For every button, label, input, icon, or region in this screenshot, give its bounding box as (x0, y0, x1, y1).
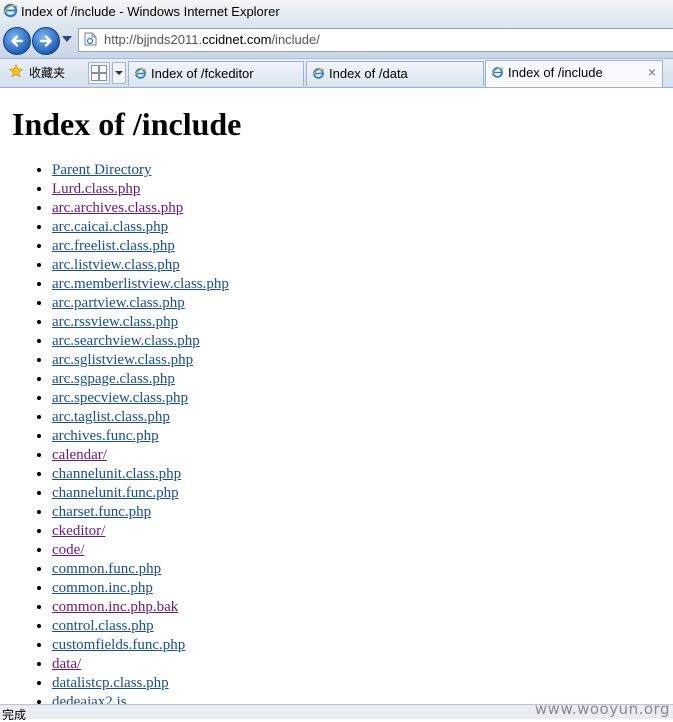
forward-button[interactable] (32, 27, 60, 55)
list-item: Lurd.class.php (52, 180, 229, 199)
internet-explorer-icon (491, 67, 504, 78)
file-link[interactable]: arc.memberlistview.class.php (52, 276, 229, 292)
page-heading: Index of /include (12, 106, 242, 142)
window-title-bar[interactable]: Index of /include - Windows Internet Exp… (0, 0, 673, 24)
tab-fckeditor[interactable]: Index of /fckeditor (128, 61, 304, 86)
favorites-button[interactable]: 收藏夹 (29, 64, 65, 81)
tab-bar: 收藏夹 Index of /fckeditor Index of /data I… (0, 59, 673, 88)
list-item: customfields.func.php (52, 636, 229, 655)
list-item: Parent Directory (52, 161, 229, 180)
arrow-right-icon (39, 35, 52, 47)
file-link[interactable]: common.inc.php.bak (52, 599, 178, 615)
list-item: arc.partview.class.php (52, 294, 229, 313)
file-link[interactable]: arc.sglistview.class.php (52, 352, 193, 368)
file-link[interactable]: calendar/ (52, 447, 107, 463)
list-item: arc.taglist.class.php (52, 408, 229, 427)
tab-label: Index of /fckeditor (151, 66, 254, 81)
address-bar[interactable]: http://bjjnds2011.ccidnet.com/include/ (78, 28, 673, 52)
quick-tabs-button[interactable] (88, 62, 110, 84)
list-item: channelunit.func.php (52, 484, 229, 503)
file-link[interactable]: arc.taglist.class.php (52, 409, 170, 425)
list-item: arc.freelist.class.php (52, 237, 229, 256)
list-item: arc.archives.class.php (52, 199, 229, 218)
file-link[interactable]: arc.freelist.class.php (52, 238, 175, 254)
file-link[interactable]: arc.caicai.class.php (52, 219, 168, 235)
internet-explorer-icon (312, 68, 325, 79)
file-link[interactable]: code/ (52, 542, 84, 558)
file-link[interactable]: customfields.func.php (52, 637, 185, 653)
file-link[interactable]: archives.func.php (52, 428, 159, 444)
tab-data[interactable]: Index of /data (306, 61, 484, 86)
list-item: arc.searchview.class.php (52, 332, 229, 351)
file-link[interactable]: control.class.php (52, 618, 154, 634)
file-link[interactable]: ckeditor/ (52, 523, 105, 539)
page-icon (84, 32, 97, 46)
list-item: datalistcp.class.php (52, 674, 229, 693)
list-item: arc.sgpage.class.php (52, 370, 229, 389)
recent-pages-dropdown[interactable] (62, 36, 72, 42)
list-item: charset.func.php (52, 503, 229, 522)
list-item: archives.func.php (52, 427, 229, 446)
parent-directory-link[interactable]: Parent Directory (52, 162, 152, 178)
url-text[interactable]: http://bjjnds2011.ccidnet.com/include/ (104, 32, 320, 47)
window-title: Index of /include - Windows Internet Exp… (21, 4, 280, 19)
file-link[interactable]: arc.partview.class.php (52, 295, 185, 311)
status-text: 完成 (2, 708, 27, 722)
file-link[interactable]: channelunit.func.php (52, 485, 179, 501)
internet-explorer-icon (134, 68, 147, 79)
list-item: dedeajax2.js (52, 693, 229, 704)
list-item: arc.sglistview.class.php (52, 351, 229, 370)
list-item: control.class.php (52, 617, 229, 636)
list-item: channelunit.class.php (52, 465, 229, 484)
list-item: data/ (52, 655, 229, 674)
back-button[interactable] (3, 27, 31, 55)
internet-explorer-icon (3, 3, 18, 18)
watermark: www.wooyun.org (534, 700, 670, 718)
file-link[interactable]: data/ (52, 656, 81, 672)
list-item: common.inc.php (52, 579, 229, 598)
file-link[interactable]: datalistcp.class.php (52, 675, 169, 691)
file-link[interactable]: arc.specview.class.php (52, 390, 188, 406)
file-link[interactable]: charset.func.php (52, 504, 151, 520)
list-item: arc.caicai.class.php (52, 218, 229, 237)
file-link[interactable]: common.func.php (52, 561, 161, 577)
close-tab-icon[interactable]: × (648, 64, 656, 80)
tab-label: Index of /include (508, 65, 603, 80)
tab-include[interactable]: Index of /include × (485, 60, 663, 87)
file-link[interactable]: arc.searchview.class.php (52, 333, 200, 349)
file-link[interactable]: Lurd.class.php (52, 181, 140, 197)
list-item: ckeditor/ (52, 522, 229, 541)
list-item: calendar/ (52, 446, 229, 465)
arrow-left-icon (11, 35, 24, 47)
directory-listing: Parent Directory Lurd.class.php arc.archiv… (0, 161, 229, 704)
file-link[interactable]: channelunit.class.php (52, 466, 181, 482)
file-link[interactable]: dedeajax2.js (52, 694, 127, 704)
star-icon[interactable] (9, 64, 23, 78)
file-link[interactable]: arc.listview.class.php (52, 257, 180, 273)
list-item: arc.specview.class.php (52, 389, 229, 408)
list-item: code/ (52, 541, 229, 560)
tab-label: Index of /data (329, 66, 408, 81)
list-item: arc.rssview.class.php (52, 313, 229, 332)
navigation-bar: http://bjjnds2011.ccidnet.com/include/ (0, 24, 673, 59)
list-item: common.func.php (52, 560, 229, 579)
list-item: arc.memberlistview.class.php (52, 275, 229, 294)
file-link[interactable]: arc.rssview.class.php (52, 314, 178, 330)
list-item: common.inc.php.bak (52, 598, 229, 617)
page-content: Index of /include Parent Directory Lurd.c… (0, 88, 673, 704)
list-item: arc.listview.class.php (52, 256, 229, 275)
file-link[interactable]: arc.sgpage.class.php (52, 371, 175, 387)
file-link[interactable]: arc.archives.class.php (52, 200, 183, 216)
file-link[interactable]: common.inc.php (52, 580, 153, 596)
tab-list-dropdown[interactable] (112, 62, 126, 84)
